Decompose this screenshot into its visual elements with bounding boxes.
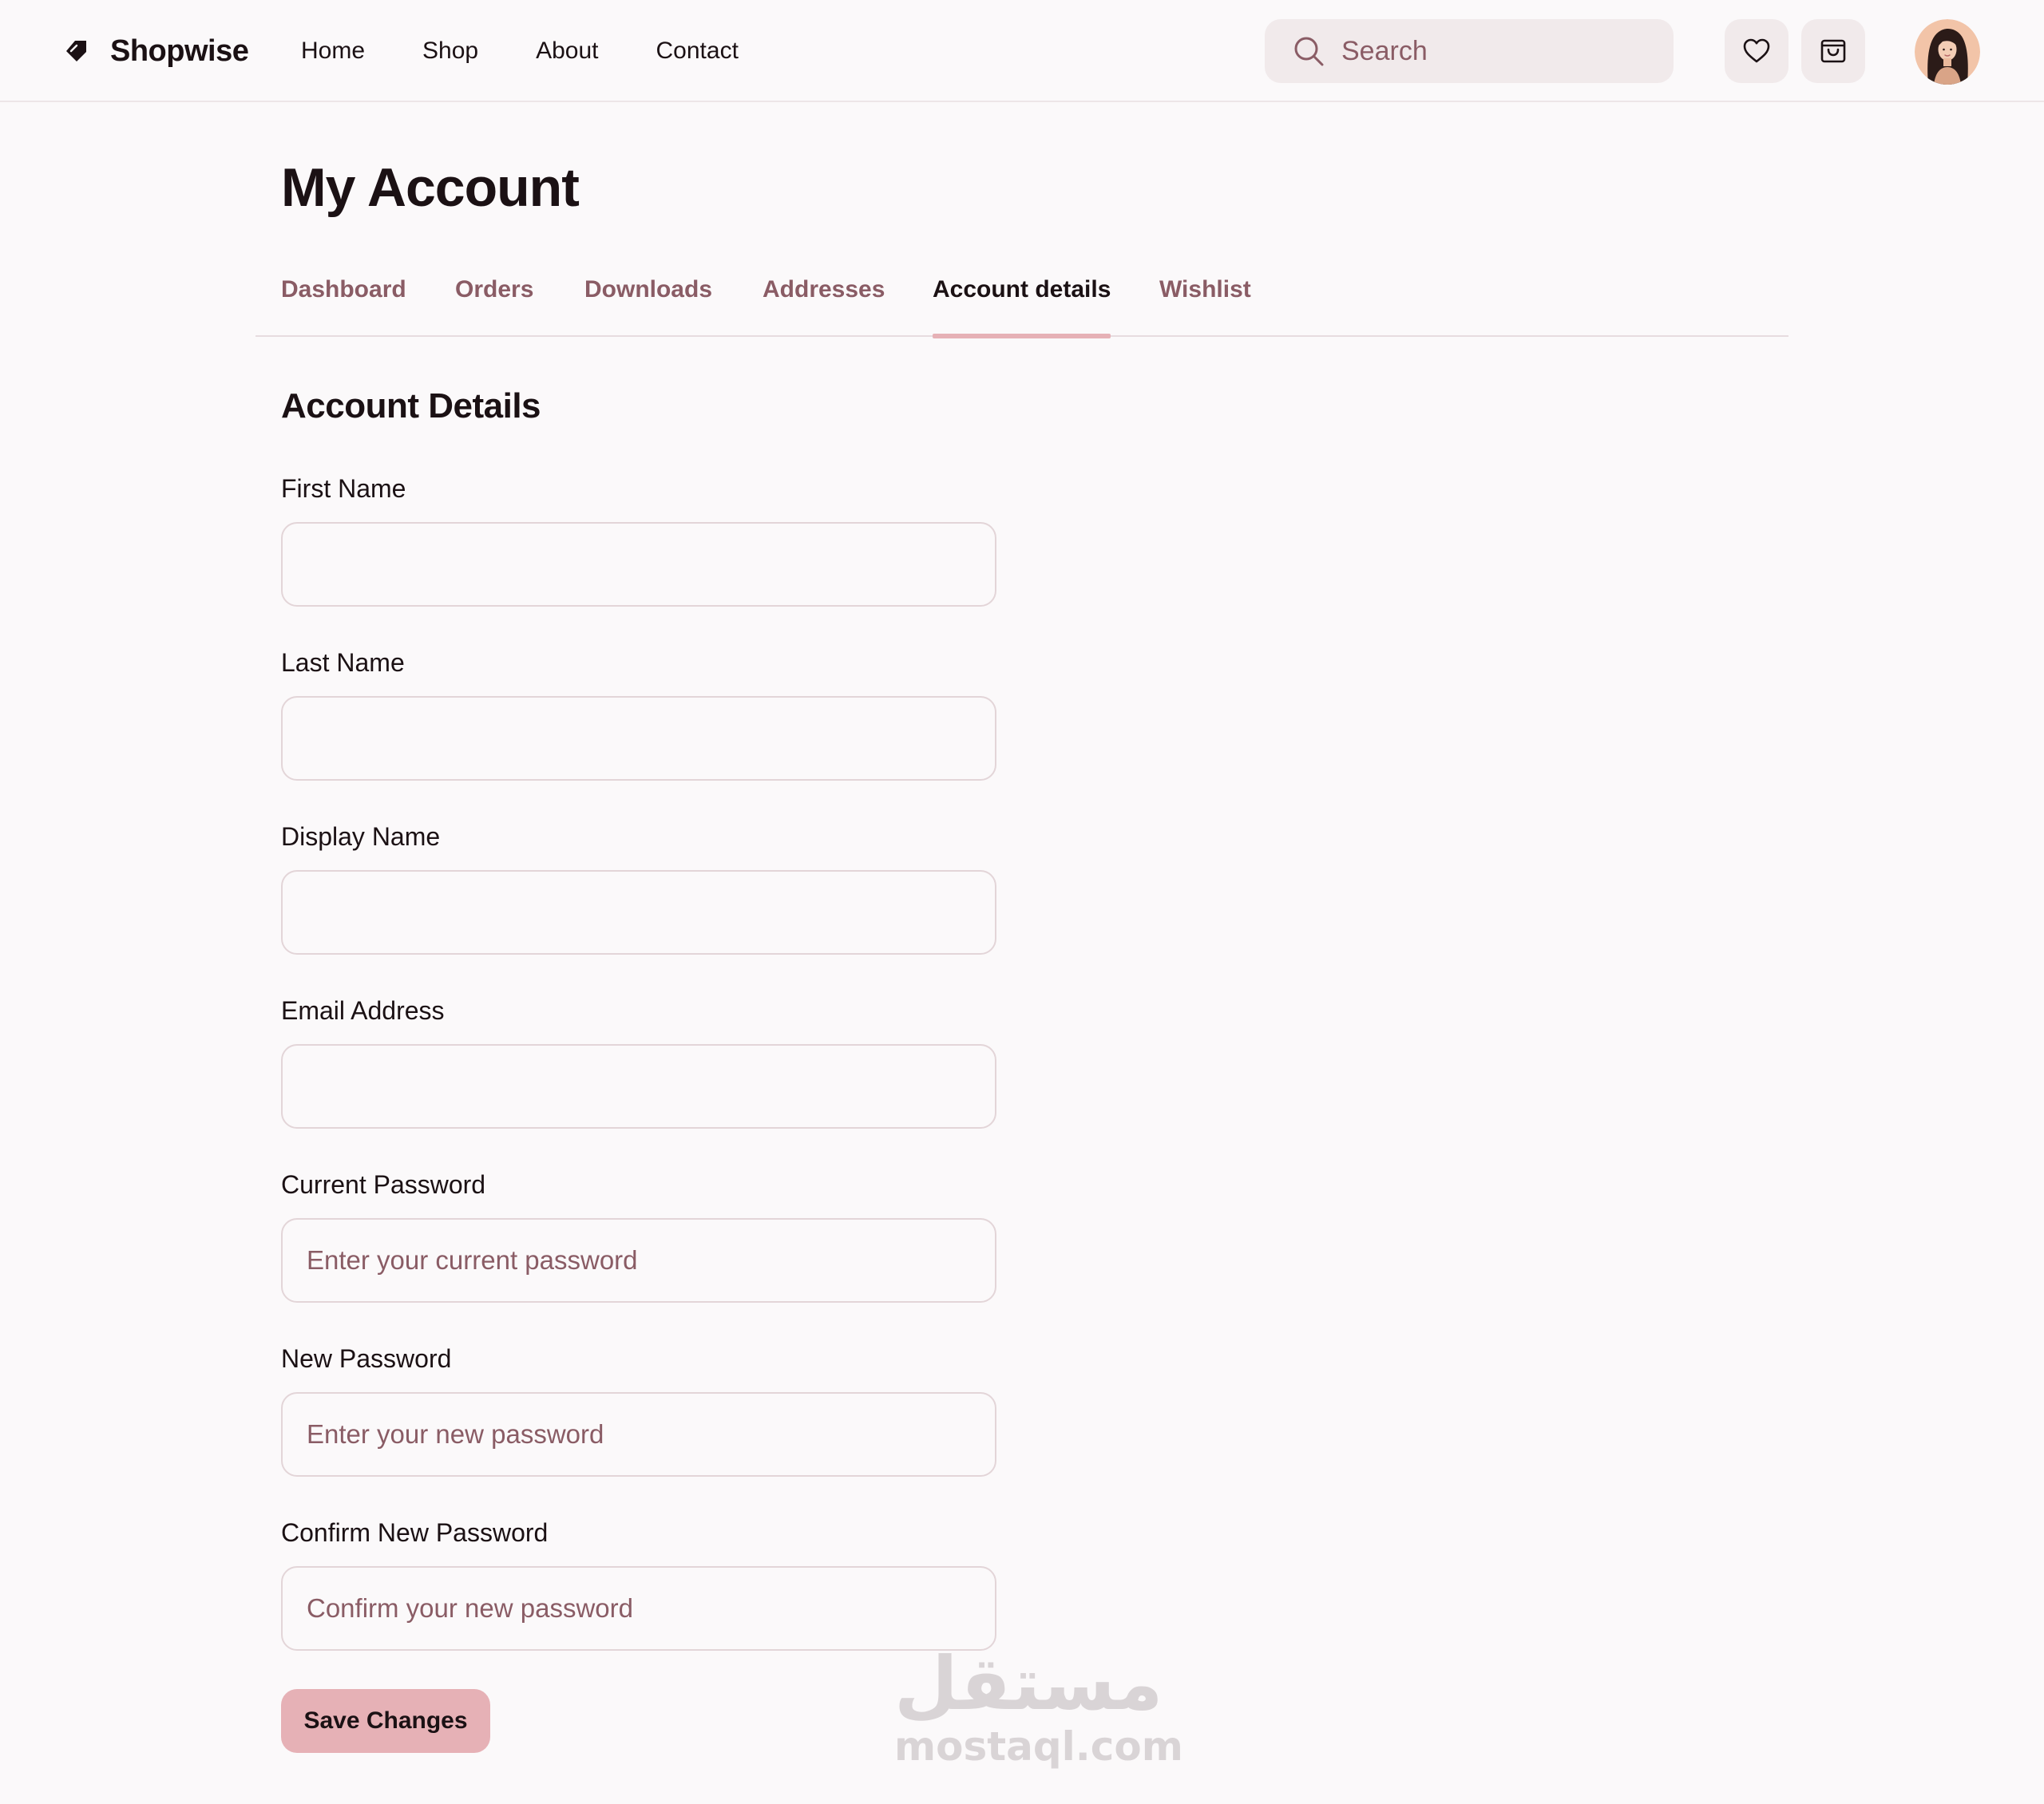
page-title: My Account	[281, 157, 580, 218]
current-password-input[interactable]	[281, 1218, 996, 1303]
display-name-label: Display Name	[281, 822, 441, 851]
brand[interactable]: Shopwise	[64, 32, 249, 70]
new-password-label: New Password	[281, 1344, 452, 1373]
account-tabs: Dashboard Orders Downloads Addresses Acc…	[256, 271, 1788, 338]
watermark-latin: mostaql.com	[894, 1723, 1183, 1770]
avatar-image	[1915, 19, 1980, 85]
current-password-label: Current Password	[281, 1170, 486, 1199]
search-icon	[1294, 37, 1324, 66]
nav-shop[interactable]: Shop	[422, 38, 478, 65]
new-password-input[interactable]	[281, 1392, 996, 1477]
search-bar[interactable]	[1265, 19, 1674, 83]
cart-button[interactable]	[1801, 19, 1865, 83]
nav-about[interactable]: About	[536, 38, 598, 65]
watermark: مستقل mostaql.com	[894, 1641, 1183, 1772]
email-label: Email Address	[281, 996, 445, 1025]
nav-contact[interactable]: Contact	[656, 38, 739, 65]
nav-home[interactable]: Home	[301, 38, 365, 65]
cart-icon	[1820, 39, 1846, 63]
save-changes-button[interactable]: Save Changes	[281, 1689, 490, 1753]
last-name-label: Last Name	[281, 648, 405, 677]
confirm-password-label: Confirm New Password	[281, 1518, 549, 1547]
user-avatar[interactable]	[1915, 19, 1980, 85]
confirm-password-input[interactable]	[281, 1566, 996, 1651]
main-nav: Home Shop About Contact	[301, 32, 739, 70]
brand-name: Shopwise	[110, 34, 249, 68]
email-input[interactable]	[281, 1044, 996, 1129]
tab-downloads[interactable]: Downloads	[584, 276, 712, 337]
watermark-arabic: مستقل	[894, 1641, 1163, 1727]
tag-logo-icon	[66, 41, 86, 61]
search-input[interactable]	[1341, 35, 1661, 67]
top-header: Shopwise Home Shop About Contact	[0, 0, 2044, 102]
last-name-input[interactable]	[281, 696, 996, 781]
section-title: Account Details	[281, 386, 541, 425]
display-name-input[interactable]	[281, 870, 996, 955]
tab-dashboard[interactable]: Dashboard	[281, 276, 406, 337]
first-name-label: First Name	[281, 474, 406, 503]
tab-addresses[interactable]: Addresses	[763, 276, 885, 337]
tab-wishlist[interactable]: Wishlist	[1159, 276, 1251, 337]
wishlist-button[interactable]	[1725, 19, 1788, 83]
tab-orders[interactable]: Orders	[455, 276, 533, 337]
tab-account-details[interactable]: Account details	[933, 276, 1111, 338]
heart-icon	[1743, 38, 1770, 63]
first-name-input[interactable]	[281, 522, 996, 607]
